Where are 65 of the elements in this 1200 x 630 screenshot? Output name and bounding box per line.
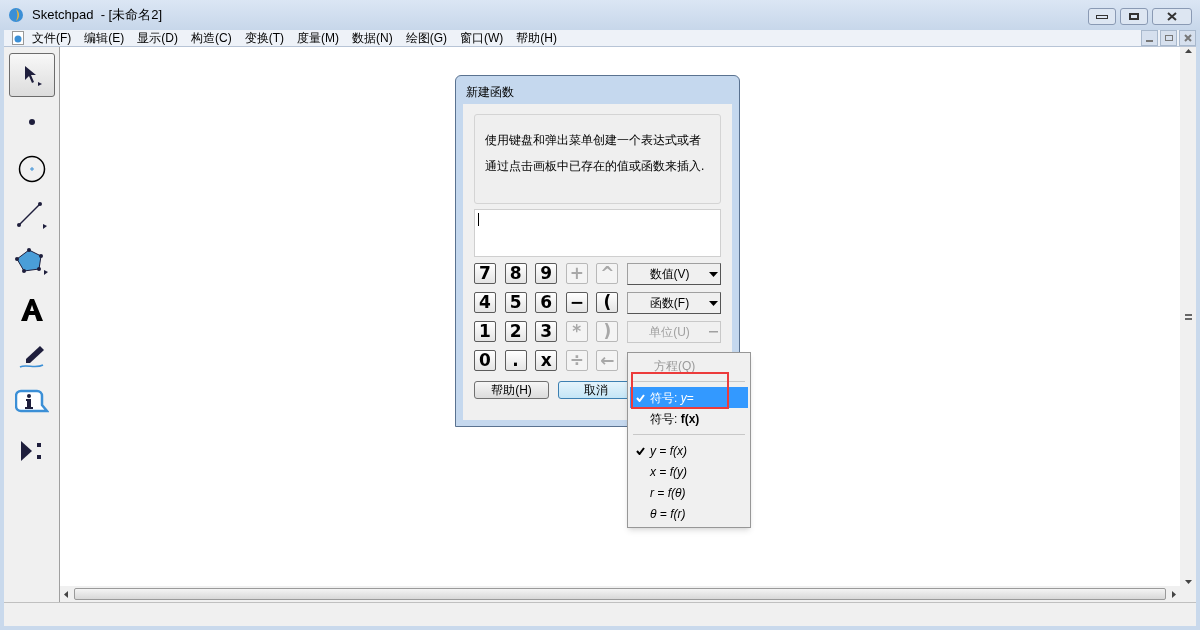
left-arrow-icon <box>64 590 68 598</box>
menu-item[interactable]: θ = f(r) <box>630 503 748 524</box>
key-button[interactable]: 1 <box>474 321 496 342</box>
maximize-button[interactable] <box>1120 8 1148 25</box>
key-button[interactable]: 7 <box>474 263 496 284</box>
checkmark-icon <box>635 393 645 402</box>
scroll-thumb[interactable] <box>74 588 1166 600</box>
key-button[interactable]: 4 <box>474 292 496 313</box>
menu-item[interactable]: r = f(θ) <box>630 482 748 503</box>
up-arrow-icon <box>1184 49 1192 53</box>
key-button[interactable]: 3 <box>535 321 558 342</box>
letter-a-icon <box>18 297 45 323</box>
caret-icon <box>709 271 718 277</box>
scroll-grip-icon <box>1184 313 1192 320</box>
caret-icon <box>709 300 718 306</box>
key-button[interactable]: . <box>504 350 527 371</box>
menu-item[interactable]: 帮助(H) <box>516 29 557 47</box>
key-button[interactable]: x <box>535 350 558 371</box>
minimize-button[interactable] <box>1088 8 1116 25</box>
document-minimize-button[interactable] <box>1141 30 1158 46</box>
document-restore-button[interactable] <box>1160 30 1177 46</box>
point-icon <box>28 119 35 125</box>
marker-pen-icon <box>17 344 46 370</box>
menu-item[interactable]: y = f(x) <box>630 440 748 461</box>
key-button[interactable]: 2 <box>504 321 527 342</box>
menu-item[interactable]: 构造(C) <box>191 29 232 47</box>
menu-item[interactable]: 绘图(G) <box>405 29 447 47</box>
menu-item[interactable]: 文件(F) <box>32 29 72 47</box>
key-button[interactable]: 9 <box>535 263 558 284</box>
down-arrow-icon <box>1184 580 1192 584</box>
key-button[interactable]: 6 <box>535 292 558 313</box>
instructions-text: 使用键盘和弹出菜单创建一个表达式或者通过点击画板中已存在的值或函数来插入. <box>485 132 706 175</box>
vertical-scrollbar[interactable] <box>1180 47 1196 586</box>
dialog-button[interactable]: 帮助(H) <box>474 381 549 399</box>
menu-item[interactable]: 显示(D) <box>137 29 178 47</box>
key-button[interactable]: 0 <box>474 350 496 371</box>
tool-button[interactable] <box>8 53 55 97</box>
key-button[interactable]: 5 <box>504 292 527 313</box>
menu-item[interactable]: 编辑(E) <box>84 29 125 47</box>
key-button[interactable]: − <box>565 292 588 313</box>
document-close-button[interactable] <box>1179 30 1196 46</box>
window-title: Sketchpad - [未命名2] <box>32 6 163 25</box>
close-icon <box>1183 34 1192 42</box>
close-icon <box>1167 12 1177 21</box>
caret-icon <box>709 331 718 333</box>
horizontal-scrollbar[interactable] <box>60 586 1196 602</box>
dropdown-button[interactable]: 函数(F) <box>627 292 721 314</box>
menu-item[interactable]: 窗口(W) <box>460 29 504 47</box>
menu-item[interactable]: 变换(T) <box>244 29 284 47</box>
line-segment-icon <box>15 201 48 231</box>
menu-item[interactable]: 度量(M) <box>297 29 339 47</box>
circle-icon <box>17 155 46 183</box>
right-arrow-icon <box>1172 590 1176 598</box>
close-button[interactable] <box>1152 8 1192 25</box>
dialog-title: 新建函数 <box>465 84 515 101</box>
key-button[interactable]: 8 <box>504 263 527 284</box>
expression-field[interactable] <box>474 209 721 257</box>
checkmark-icon <box>635 446 645 455</box>
key-button[interactable]: ( <box>596 292 619 313</box>
document-icon <box>12 31 24 45</box>
menu-item[interactable]: 符号: f(x) <box>630 408 748 429</box>
app-logo-icon <box>8 7 24 23</box>
menu-item[interactable]: x = f(y) <box>630 461 748 482</box>
menu-item[interactable]: 数据(N) <box>352 29 393 47</box>
dropdown-button[interactable]: 数值(V) <box>627 263 721 285</box>
